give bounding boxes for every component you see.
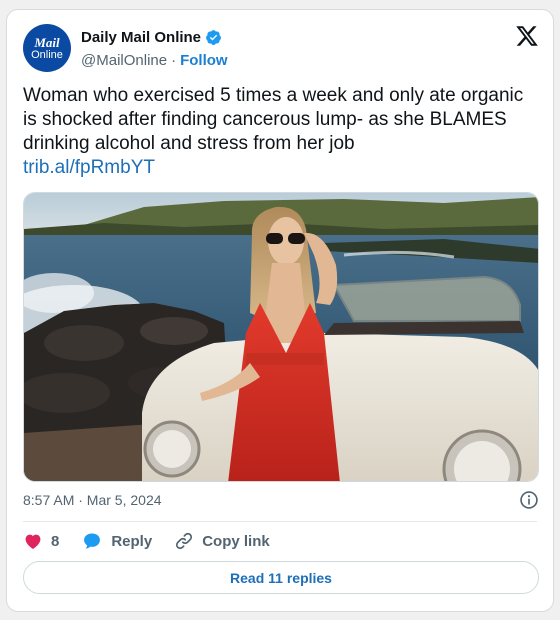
like-count: 8 <box>51 532 60 550</box>
tweet-timestamp[interactable]: 8:57 AM · Mar 5, 2024 <box>23 492 162 508</box>
reply-bubble-icon <box>84 533 101 549</box>
reply-label: Reply <box>111 532 153 550</box>
display-name[interactable]: Daily Mail Online <box>81 29 201 46</box>
follow-button[interactable]: Follow <box>180 52 228 69</box>
handle[interactable]: @MailOnline <box>81 52 167 69</box>
read-replies-button[interactable]: Read 11 replies <box>23 561 539 594</box>
tweet-link[interactable]: trib.al/fpRmbYT <box>23 156 539 180</box>
separator: · <box>171 52 177 69</box>
author-block: Daily Mail Online @MailOnline · Follow <box>81 28 228 70</box>
avatar[interactable]: Mail Online <box>23 24 71 72</box>
avatar-line1: Mail <box>34 34 60 50</box>
x-logo-icon[interactable] <box>515 24 539 48</box>
info-icon[interactable] <box>519 490 539 510</box>
link-icon <box>176 532 193 550</box>
tweet-photo[interactable] <box>23 192 539 482</box>
photo-woman-red-dress-vintage-car <box>24 193 538 481</box>
heart-icon <box>25 534 41 549</box>
tweet-text-block: Woman who exercised 5 times a week and o… <box>23 84 539 180</box>
copy-link-button[interactable]: Copy link <box>174 531 270 551</box>
divider <box>23 521 537 522</box>
copy-link-label: Copy link <box>202 532 270 550</box>
like-button[interactable]: 8 <box>23 531 59 551</box>
avatar-line2: Online <box>31 48 63 61</box>
tweet-card: Mail Online Daily Mail Online @MailOnlin… <box>6 9 554 612</box>
verified-badge-icon <box>206 29 221 45</box>
action-bar: 8 Reply Copy link <box>23 530 292 552</box>
tweet-text: Woman who exercised 5 times a week and o… <box>23 85 524 154</box>
reply-button[interactable]: Reply <box>81 531 152 551</box>
